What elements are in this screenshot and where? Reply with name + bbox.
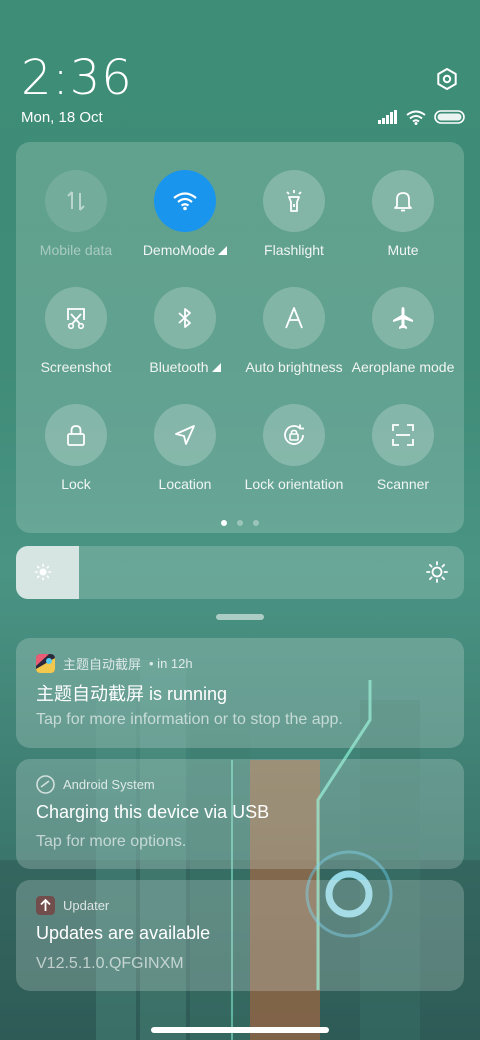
flashlight-toggle[interactable]	[263, 170, 325, 232]
wifi-icon	[406, 110, 426, 125]
mute-toggle[interactable]	[372, 170, 434, 232]
lock-button[interactable]	[45, 404, 107, 466]
notification-app-name: 主题自动截屏	[63, 657, 142, 672]
tile-mobile-data[interactable]: Mobile data	[22, 170, 130, 258]
notification-title: Updates are available	[36, 923, 211, 943]
scanner-button[interactable]	[372, 404, 434, 466]
tile-auto-brightness[interactable]: Auto brightness	[240, 287, 348, 375]
rotation-lock-icon	[284, 424, 304, 445]
home-indicator[interactable]	[151, 1027, 329, 1033]
notification-title: 主题自动截屏 is running	[36, 684, 228, 704]
status-bar-icons	[378, 108, 466, 126]
tile-label: Aeroplane mode	[351, 359, 455, 375]
tile-label: Mobile data	[39, 242, 113, 258]
tile-label: Lock	[61, 476, 91, 492]
quick-settings-panel: Mobile data DemoMode Flashlight Mute Scr…	[16, 142, 464, 533]
settings-button[interactable]	[432, 64, 462, 94]
wifi-toggle[interactable]	[154, 170, 216, 232]
page-dot[interactable]	[237, 520, 243, 526]
tile-bluetooth[interactable]: Bluetooth	[131, 287, 239, 375]
tile-screenshot[interactable]: Screenshot	[22, 287, 130, 375]
theme-app-icon	[36, 654, 55, 673]
lock-icon	[67, 425, 85, 446]
tile-label: Scanner	[376, 476, 430, 492]
page-indicator[interactable]	[16, 520, 464, 526]
bluetooth-toggle[interactable]	[154, 287, 216, 349]
notification-body: Tap for more information or to stop the …	[36, 711, 343, 728]
drag-handle[interactable]	[216, 614, 264, 620]
notification-app-name: Android System	[63, 777, 155, 792]
notification-header: Updater	[36, 896, 109, 915]
brightness-high-icon	[426, 561, 448, 583]
signal-icon	[378, 110, 397, 124]
flashlight-icon	[286, 190, 302, 212]
location-toggle[interactable]	[154, 404, 216, 466]
tile-label: DemoMode	[142, 242, 216, 258]
notification-title: Charging this device via USB	[36, 802, 270, 822]
notification-header: Android System	[36, 775, 155, 794]
tile-label: Mute	[387, 242, 419, 258]
tile-label: Lock orientation	[244, 476, 344, 492]
location-icon	[175, 425, 195, 445]
bluetooth-icon	[178, 308, 191, 328]
expand-triangle-icon	[218, 246, 228, 255]
aeroplane-mode-toggle[interactable]	[372, 287, 434, 349]
tile-label: Screenshot	[40, 359, 112, 375]
auto-brightness-toggle[interactable]	[263, 287, 325, 349]
notification-card[interactable]: Android System Charging this device via …	[16, 759, 464, 869]
tile-lock-orientation[interactable]: Lock orientation	[240, 404, 348, 492]
notification-card[interactable]: 主题自动截屏 • in 12h 主题自动截屏 is running Tap fo…	[16, 638, 464, 748]
tile-mute[interactable]: Mute	[349, 170, 457, 258]
expand-triangle-icon	[211, 363, 221, 372]
notification-app-name: Updater	[63, 898, 110, 913]
tile-label: Auto brightness	[245, 359, 343, 375]
tile-aeroplane-mode[interactable]: Aeroplane mode	[349, 287, 457, 375]
bell-icon	[394, 192, 412, 212]
tile-label: Flashlight	[264, 242, 324, 258]
tile-wifi[interactable]: DemoMode	[131, 170, 239, 258]
tile-scanner[interactable]: Scanner	[349, 404, 457, 492]
page-dot[interactable]	[221, 520, 227, 526]
tile-label: Location	[158, 476, 212, 492]
settings-icon	[437, 68, 457, 90]
brightness-slider[interactable]	[16, 546, 464, 599]
tile-flashlight[interactable]: Flashlight	[240, 170, 348, 258]
battery-icon	[434, 110, 465, 124]
wifi-icon	[173, 192, 197, 211]
mobile-data-icon	[67, 191, 85, 211]
date[interactable]: Mon, 18 Oct	[21, 109, 103, 126]
notification-time: • in 12h	[149, 656, 193, 671]
tile-location[interactable]: Location	[131, 404, 239, 492]
scissors-icon	[67, 308, 85, 330]
auto-brightness-icon	[285, 307, 303, 329]
lock-orientation-toggle[interactable]	[263, 404, 325, 466]
notification-header: 主题自动截屏 • in 12h	[36, 654, 193, 673]
notification-card[interactable]: Updater Updates are available V12.5.1.0.…	[16, 880, 464, 991]
tile-label: Bluetooth	[149, 359, 209, 375]
android-system-icon	[36, 775, 55, 794]
mobile-data-toggle[interactable]	[45, 170, 107, 232]
updater-icon	[36, 896, 55, 915]
clock[interactable]: 2:36	[21, 50, 133, 106]
airplane-icon	[393, 307, 413, 329]
notification-body: V12.5.1.0.QFGINXM	[36, 955, 184, 972]
notification-body: Tap for more options.	[36, 833, 187, 850]
page-dot[interactable]	[253, 520, 259, 526]
screenshot-button[interactable]	[45, 287, 107, 349]
scanner-icon	[392, 424, 414, 446]
tile-lock[interactable]: Lock	[22, 404, 130, 492]
brightness-low-icon	[34, 563, 52, 581]
